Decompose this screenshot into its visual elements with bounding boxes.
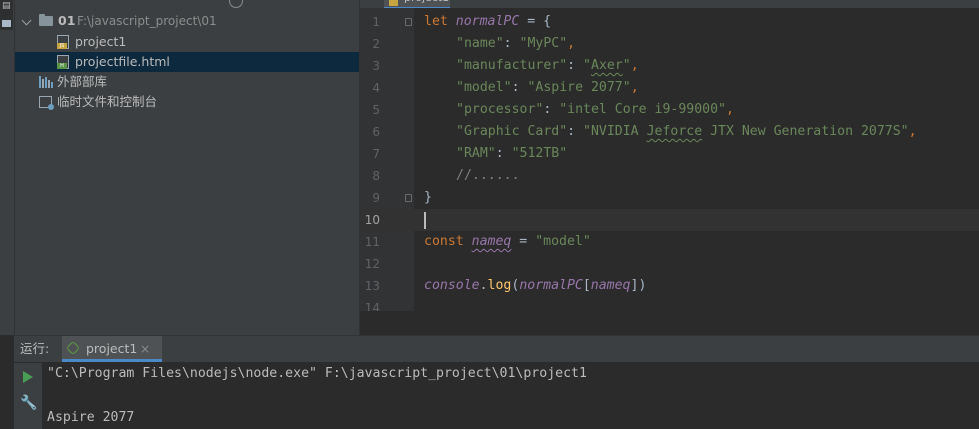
line-number: 1 xyxy=(372,15,380,29)
html-file-icon: H xyxy=(57,55,69,69)
root-folder-name: 01 xyxy=(58,13,76,28)
line-number: 4 xyxy=(372,81,380,95)
line-number: 8 xyxy=(372,169,380,183)
wrench-icon[interactable]: 🔧 xyxy=(20,395,37,411)
line-number: 11 xyxy=(364,235,380,249)
project-tool-tab[interactable]: ▤ xyxy=(0,0,13,30)
code-line-9: } xyxy=(424,190,432,205)
collapse-icon[interactable] xyxy=(265,0,277,7)
left-tool-strip: ▤ xyxy=(0,0,15,335)
library-icon xyxy=(39,76,53,88)
current-line-highlight xyxy=(414,209,979,231)
run-toolbar: 🔧 xyxy=(14,363,42,429)
nodejs-icon xyxy=(65,340,81,356)
fold-marker-icon[interactable] xyxy=(405,18,412,26)
code-line-6: "Graphic Card": "NVIDIA Jeforce JTX New … xyxy=(456,124,917,139)
line-number: 14 xyxy=(364,301,380,311)
editor-tab-label: project1 xyxy=(404,0,449,4)
current-line-number: 10 xyxy=(360,209,414,231)
console-output-line: Aspire 2077 xyxy=(47,410,135,425)
file-label: project1 xyxy=(75,34,127,49)
rerun-play-icon[interactable] xyxy=(23,371,33,383)
line-number: 2 xyxy=(372,37,380,51)
tree-file-project1[interactable]: JS project1 xyxy=(15,32,359,52)
file-label: projectfile.html xyxy=(75,54,170,69)
code-line-3: "manufacturer": "Axer", xyxy=(456,58,639,73)
line-number: 9 xyxy=(372,191,380,205)
project-tool-tab-glyph: ▤ xyxy=(2,1,11,11)
project-tree-panel: 01 F:\javascript_project\01 JS project1 … xyxy=(15,0,360,335)
console-command-line: "C:\Program Files\nodejs\node.exe" F:\ja… xyxy=(47,366,587,381)
code-editor[interactable]: let normalPC = { "name": "MyPC", "manufa… xyxy=(414,8,979,311)
tree-scratches-consoles[interactable]: 临时文件和控制台 xyxy=(15,92,359,112)
line-number: 6 xyxy=(372,125,380,139)
root-folder-path: F:\javascript_project\01 xyxy=(77,14,217,28)
external-libraries-label: 外部部库 xyxy=(57,74,108,89)
fold-marker-icon[interactable] xyxy=(405,194,412,202)
code-line-11: const nameq = "model" xyxy=(424,234,591,249)
run-tool-window: 运行: project1 × 🔧 "C:\Program Files\nodej… xyxy=(14,335,979,429)
run-label: 运行: xyxy=(20,341,50,356)
code-line-5: "processor": "intel Core i9-99000", xyxy=(456,102,734,117)
scratches-label: 临时文件和控制台 xyxy=(57,94,158,109)
code-line-8: //...... xyxy=(456,168,520,183)
line-number: 7 xyxy=(372,147,380,161)
editor-tab-bar: project1 xyxy=(360,0,979,8)
line-number: 3 xyxy=(372,59,380,73)
run-tab-label: project1 xyxy=(86,341,138,356)
chevron-down-icon[interactable] xyxy=(21,15,32,26)
run-tab-project1[interactable]: project1 × xyxy=(62,336,162,362)
panel-toolbar xyxy=(15,0,359,8)
code-line-1: let normalPC = { xyxy=(424,14,552,29)
tree-root-folder[interactable]: 01 F:\javascript_project\01 xyxy=(15,11,359,31)
text-caret xyxy=(424,212,426,229)
folder-icon xyxy=(39,14,53,26)
code-line-2: "name": "MyPC", xyxy=(456,36,576,51)
tree-external-libraries[interactable]: 外部部库 xyxy=(15,72,359,92)
editor-tab-project1[interactable]: project1 xyxy=(384,0,450,8)
tree-file-projectfile-html[interactable]: H projectfile.html xyxy=(15,52,359,72)
line-number: 5 xyxy=(372,103,380,117)
run-header: 运行: project1 × xyxy=(14,336,979,362)
line-number: 12 xyxy=(364,257,380,271)
line-number-gutter: 1 2 3 4 5 6 7 8 9 10 11 12 13 14 xyxy=(360,8,414,311)
code-line-7: "RAM": "512TB" xyxy=(456,146,568,161)
settings-icon[interactable] xyxy=(315,0,327,6)
code-line-13: console.log(normalPC[nameq]) xyxy=(424,278,647,293)
js-file-icon: JS xyxy=(57,35,69,49)
locate-icon[interactable] xyxy=(229,0,243,8)
line-number: 13 xyxy=(364,279,380,293)
code-line-4: "model": "Aspire 2077", xyxy=(456,80,639,95)
folder-icon xyxy=(2,20,11,27)
scratch-icon xyxy=(39,96,54,110)
close-icon[interactable]: × xyxy=(140,336,150,362)
js-file-icon xyxy=(389,0,398,6)
